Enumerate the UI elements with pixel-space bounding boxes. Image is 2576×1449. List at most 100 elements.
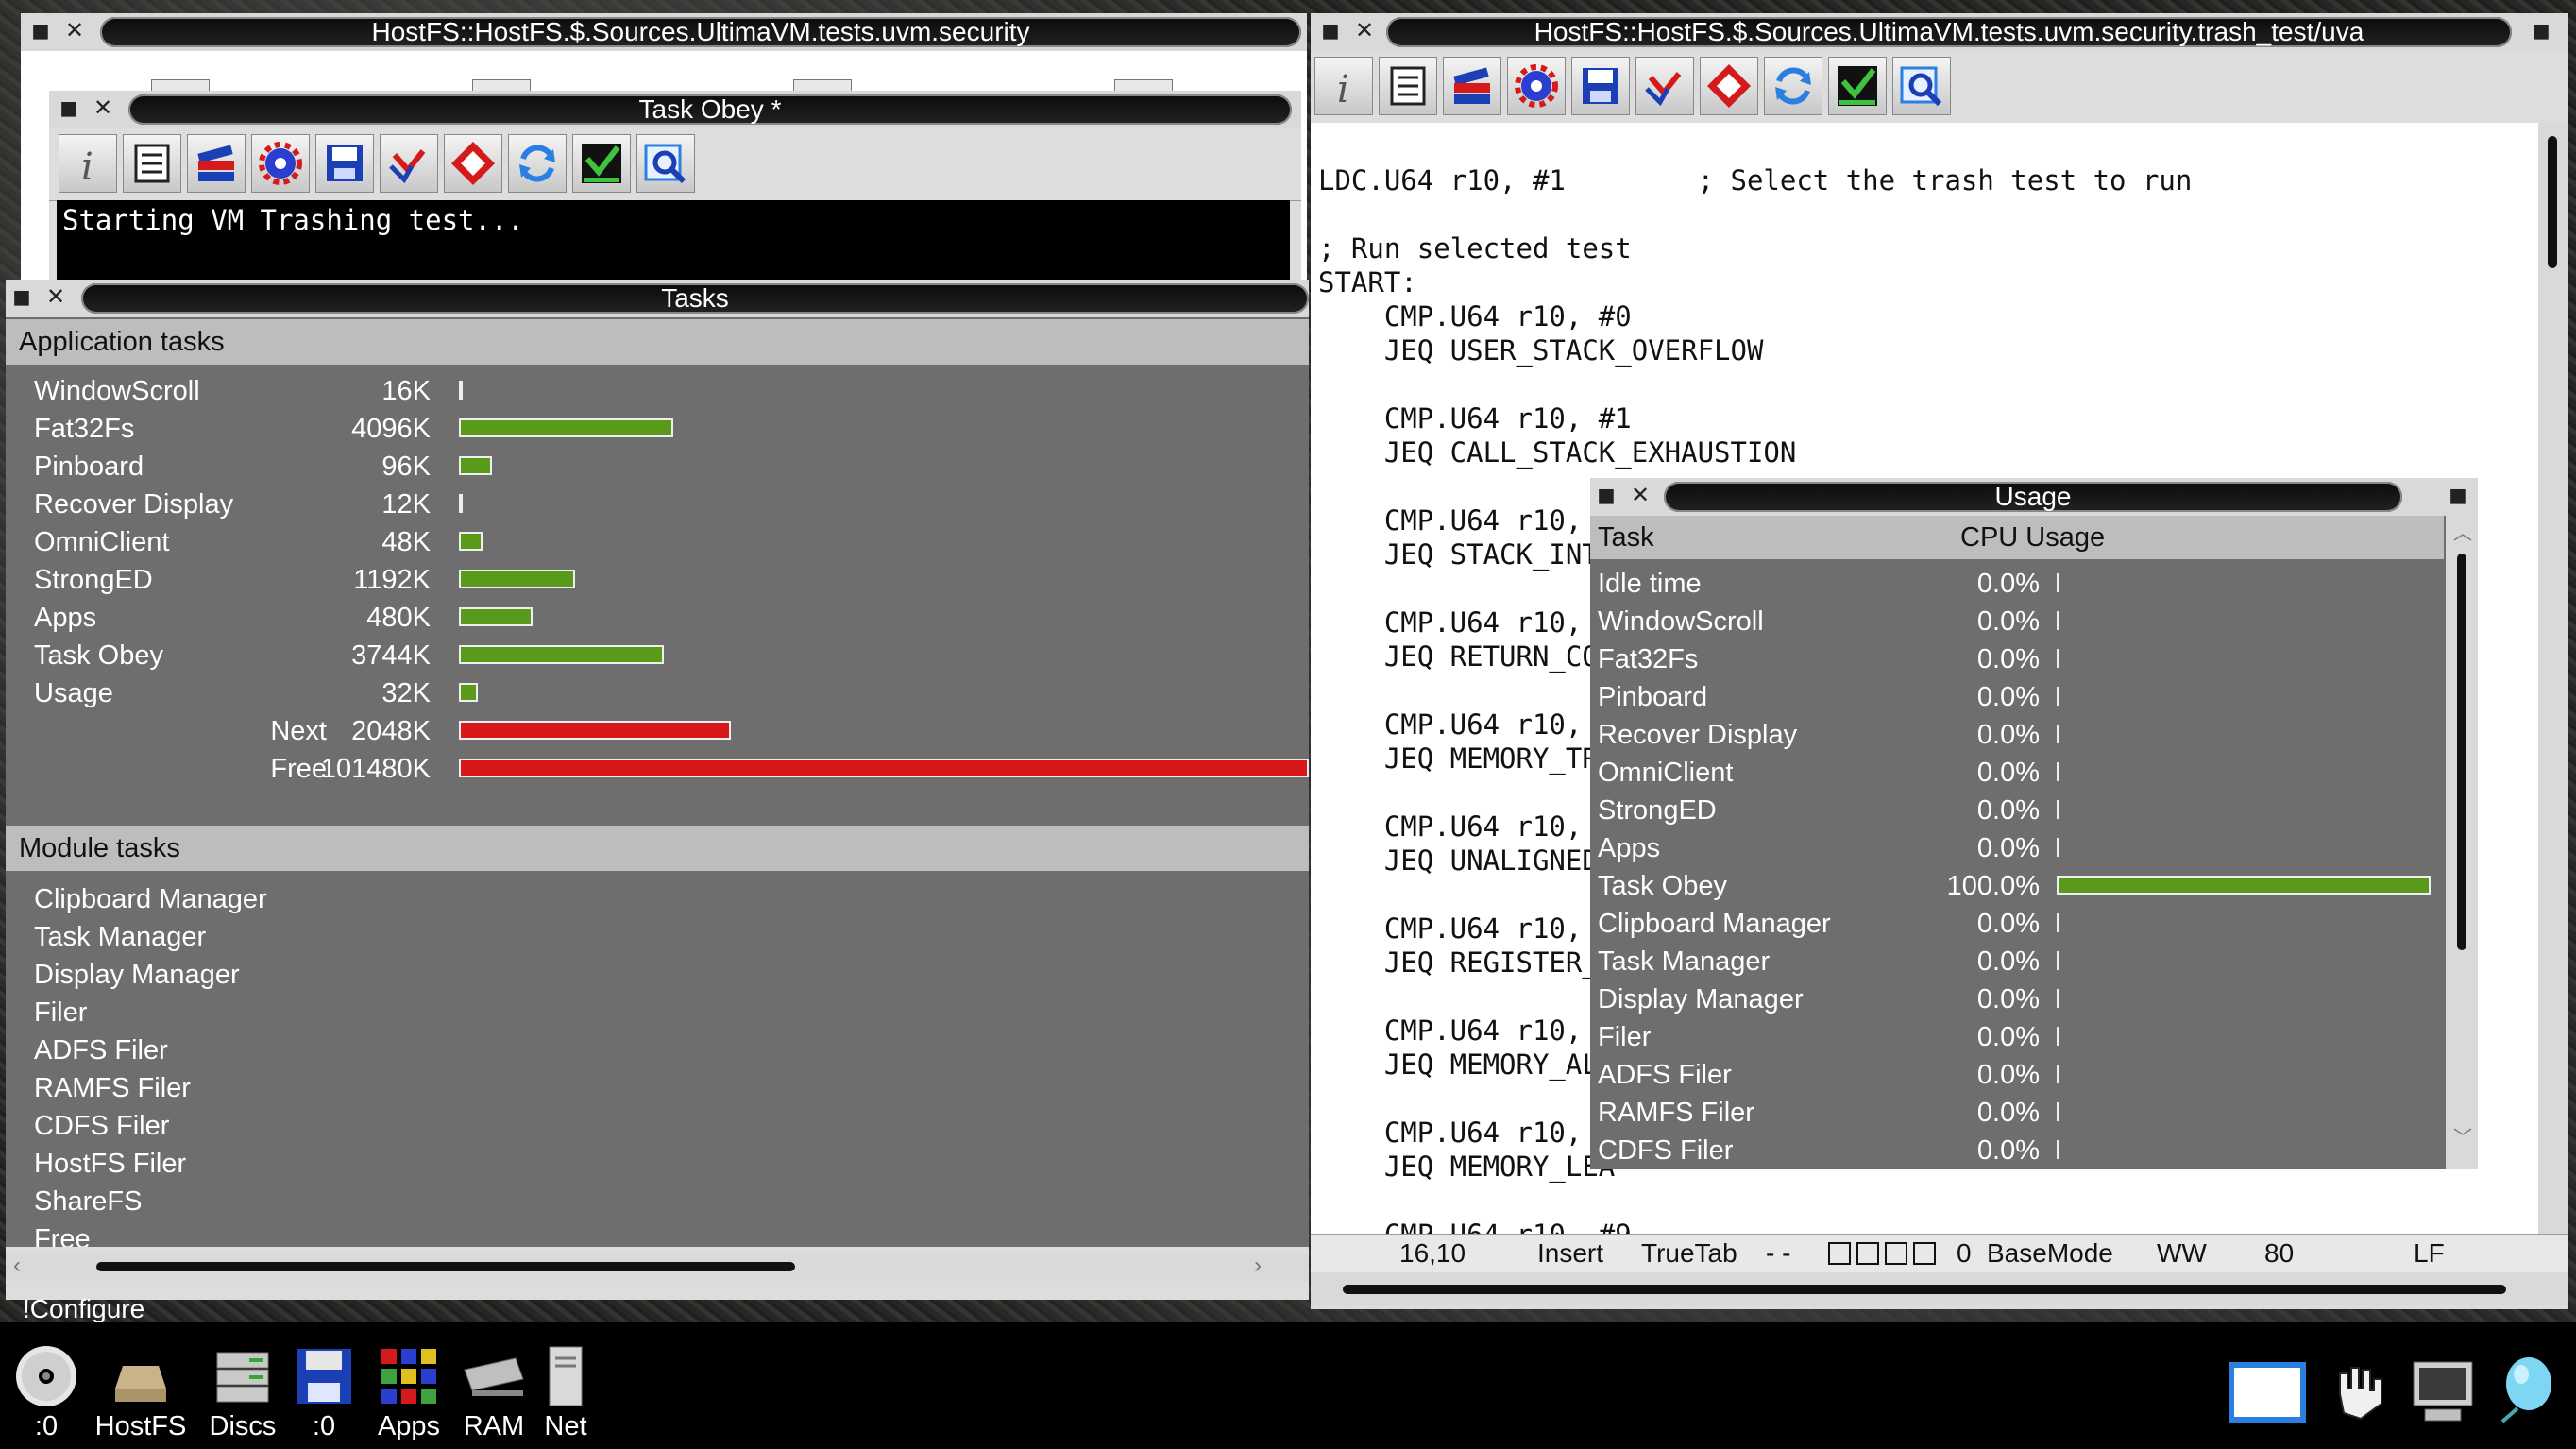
free-memory-bar[interactable]: [459, 759, 1309, 777]
usage-row[interactable]: Task Obey 100.0%: [1590, 867, 2440, 905]
module-task-row[interactable]: Display Manager: [6, 956, 1309, 994]
tasks-window[interactable]: ◼ ✕ Tasks Application tasks WindowScroll…: [6, 280, 1309, 1323]
memory-bar[interactable]: [459, 683, 478, 702]
taskobey-title[interactable]: Task Obey *: [128, 94, 1292, 125]
next-memory-bar[interactable]: [459, 721, 731, 740]
task-column-header[interactable]: Task: [1598, 516, 1654, 559]
horizontal-scrollbar[interactable]: [1311, 1273, 2568, 1305]
close-icon[interactable]: ✕: [1628, 484, 1652, 508]
app-task-row[interactable]: Fat32Fs 4096K: [6, 410, 1309, 448]
settings-icon[interactable]: [251, 134, 310, 193]
search-icon[interactable]: [1892, 57, 1951, 115]
memory-bar[interactable]: [459, 418, 673, 437]
usage-row[interactable]: Filer 0.0%: [1590, 1018, 2440, 1056]
app-task-row[interactable]: Recover Display 12K: [6, 486, 1309, 523]
filer-titlebar[interactable]: ◼ ✕ HostFS::HostFS.$.Sources.UltimaVM.te…: [21, 13, 1307, 52]
module-task-row[interactable]: ShareFS: [6, 1183, 1309, 1220]
app-task-row[interactable]: StrongED 1192K: [6, 561, 1309, 599]
save-icon[interactable]: [1571, 57, 1630, 115]
info-icon[interactable]: i: [59, 134, 117, 193]
next-memory-row[interactable]: Next 2048K: [6, 712, 1309, 750]
back-icon[interactable]: ◼: [57, 96, 81, 121]
memory-bar[interactable]: [459, 456, 492, 475]
scroll-up-icon[interactable]: ︿: [2453, 518, 2472, 545]
balloon-icon[interactable]: [2491, 1353, 2561, 1428]
usage-row[interactable]: OmniClient 0.0%: [1590, 754, 2440, 792]
app-task-row[interactable]: Usage 32K: [6, 674, 1309, 712]
module-task-row[interactable]: Task Manager: [6, 918, 1309, 956]
tasks-titlebar[interactable]: ◼ ✕ Tasks: [6, 280, 1309, 318]
usage-row[interactable]: Pinboard 0.0%: [1590, 678, 2440, 716]
scroll-right-icon[interactable]: ›: [1254, 1253, 1262, 1279]
iconbar-net[interactable]: Net: [514, 1341, 618, 1442]
back-icon[interactable]: ◼: [28, 19, 53, 43]
scroll-left-icon[interactable]: ‹: [13, 1253, 21, 1279]
horizontal-scrollbar[interactable]: ‹ ›: [6, 1253, 1309, 1281]
list-icon[interactable]: [1379, 57, 1437, 115]
refresh-icon[interactable]: [508, 134, 567, 193]
usage-row[interactable]: Apps 0.0%: [1590, 829, 2440, 867]
vertical-scrollbar[interactable]: ︿ ﹀: [2446, 516, 2478, 1169]
toggle-size-icon[interactable]: ◼: [2529, 19, 2553, 43]
vertical-scrollbar[interactable]: [2538, 123, 2568, 1234]
module-task-row[interactable]: HostFS Filer: [6, 1145, 1309, 1183]
app-task-row[interactable]: Apps 480K: [6, 599, 1309, 637]
info-icon[interactable]: i: [1314, 57, 1373, 115]
memory-bar[interactable]: [459, 570, 575, 588]
books-icon[interactable]: [187, 134, 246, 193]
app-task-row[interactable]: Task Obey 3744K: [6, 637, 1309, 674]
usage-row[interactable]: StrongED 0.0%: [1590, 792, 2440, 829]
settings-icon[interactable]: [1507, 57, 1566, 115]
module-task-row[interactable]: ADFS Filer: [6, 1031, 1309, 1069]
iconbar-hostfs[interactable]: HostFS: [89, 1341, 193, 1442]
close-icon[interactable]: ✕: [43, 285, 68, 310]
memory-bar[interactable]: [459, 494, 463, 513]
close-icon[interactable]: ✕: [1352, 19, 1377, 43]
taskobey-window[interactable]: ◼ ✕ Task Obey * i Starting VM Trashing t…: [49, 91, 1301, 283]
close-icon[interactable]: ✕: [91, 96, 115, 121]
usage-row[interactable]: Task Manager 0.0%: [1590, 943, 2440, 980]
taskobey-titlebar[interactable]: ◼ ✕ Task Obey *: [49, 91, 1301, 129]
undo-icon[interactable]: [380, 134, 438, 193]
check-icon[interactable]: [572, 134, 631, 193]
back-icon[interactable]: ◼: [9, 285, 34, 310]
toggle-size-icon[interactable]: ◼: [2446, 484, 2470, 508]
usage-row[interactable]: Fat32Fs 0.0%: [1590, 640, 2440, 678]
computer-icon[interactable]: [2408, 1356, 2478, 1426]
app-task-row[interactable]: Pinboard 96K: [6, 448, 1309, 486]
task-manager-icon[interactable]: [2327, 1356, 2397, 1426]
books-icon[interactable]: [1443, 57, 1501, 115]
app-task-row[interactable]: WindowScroll 16K: [6, 372, 1309, 410]
refresh-icon[interactable]: [1764, 57, 1822, 115]
list-icon[interactable]: [123, 134, 181, 193]
iconbar-cd[interactable]: :0: [0, 1341, 98, 1442]
module-task-row[interactable]: RAMFS Filer: [6, 1069, 1309, 1107]
free-memory-row[interactable]: Free 101480K: [6, 750, 1309, 788]
module-task-row[interactable]: Free: [6, 1220, 1309, 1247]
scrollbar-thumb[interactable]: [96, 1262, 795, 1271]
back-icon[interactable]: ◼: [1594, 484, 1618, 508]
check-icon[interactable]: [1828, 57, 1887, 115]
stop-icon[interactable]: [444, 134, 502, 193]
usage-row[interactable]: ADFS Filer 0.0%: [1590, 1056, 2440, 1094]
tab-mode[interactable]: TrueTab: [1641, 1238, 1737, 1269]
undo-icon[interactable]: [1635, 57, 1694, 115]
back-icon[interactable]: ◼: [1318, 19, 1343, 43]
usage-row[interactable]: Recover Display 0.0%: [1590, 716, 2440, 754]
editor-title[interactable]: HostFS::HostFS.$.Sources.UltimaVM.tests.…: [1386, 17, 2512, 47]
module-task-row[interactable]: Filer: [6, 994, 1309, 1031]
usage-row[interactable]: CDFS Filer 0.0%: [1590, 1132, 2440, 1169]
wrap-mode[interactable]: WW: [2157, 1238, 2207, 1269]
usage-titlebar[interactable]: ◼ ✕ Usage ◼: [1590, 478, 2478, 517]
app-task-row[interactable]: OmniClient 48K: [6, 523, 1309, 561]
usage-row[interactable]: Display Manager 0.0%: [1590, 980, 2440, 1018]
module-task-row[interactable]: CDFS Filer: [6, 1107, 1309, 1145]
search-icon[interactable]: [636, 134, 695, 193]
usage-window[interactable]: ◼ ✕ Usage ◼ Task CPU Usage Idle time 0.0%…: [1590, 478, 2478, 1169]
module-task-row[interactable]: Clipboard Manager: [6, 880, 1309, 918]
close-icon[interactable]: ✕: [62, 19, 87, 43]
tasks-title[interactable]: Tasks: [81, 283, 1309, 314]
base-mode[interactable]: BaseMode: [1987, 1238, 2113, 1269]
usage-row[interactable]: WindowScroll 0.0%: [1590, 603, 2440, 640]
scrollbar-thumb[interactable]: [1343, 1285, 2506, 1294]
